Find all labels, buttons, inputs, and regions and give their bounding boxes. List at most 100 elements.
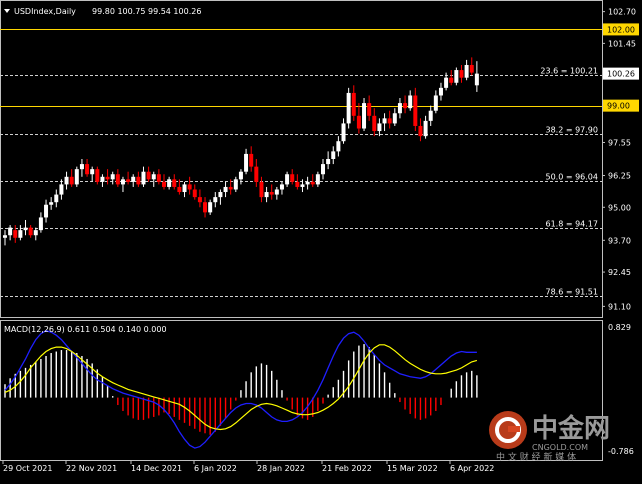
candle-body	[228, 186, 233, 190]
candle-body	[346, 92, 351, 124]
candle-body	[331, 151, 336, 159]
candle-body	[18, 230, 23, 238]
candle-body	[90, 169, 95, 175]
candle-body	[341, 123, 346, 142]
candle-body	[269, 192, 274, 195]
candle-body	[315, 174, 320, 185]
candle-body	[49, 202, 54, 205]
price-tick-label: 95.00	[608, 203, 631, 212]
candle-body	[362, 103, 367, 129]
dropdown-triangle-icon[interactable]	[4, 9, 10, 13]
watermark-logo: 中金网 CNGOLD.COM 中 文 财 经 新 媒 体	[486, 406, 636, 463]
macd-main-line	[4, 329, 477, 449]
candle-body	[244, 153, 249, 172]
candle-body	[336, 141, 341, 152]
candle-body	[203, 202, 208, 213]
level-price-label: 102.00	[607, 25, 635, 34]
candle-body	[438, 87, 443, 96]
candle-body	[428, 110, 433, 121]
price-axis: 102.70 101.45 97.55 96.25 95.00 93.70 92.45 91.…	[602, 8, 639, 311]
candle-body	[351, 92, 356, 116]
candle-body	[54, 194, 59, 203]
candle-body	[33, 230, 38, 236]
price-tick-label: 97.55	[608, 138, 631, 147]
candle-body	[126, 179, 131, 182]
candle-body	[377, 123, 382, 132]
candle-body	[305, 181, 310, 185]
watermark-name: 中金网	[532, 413, 610, 444]
candle-body	[474, 73, 479, 86]
candle-body	[300, 184, 305, 187]
candle-body	[387, 118, 392, 124]
candle-body	[182, 184, 187, 193]
candle-body	[120, 179, 125, 185]
candle-body	[13, 230, 18, 238]
ohlc-readout: 99.80 100.75 99.54 100.26	[92, 7, 201, 16]
date-tick-label: 15 Mar 2022	[387, 464, 438, 473]
candle-body	[295, 181, 300, 187]
fib-label: 23.6 = 100.21	[540, 67, 598, 76]
candle-body	[233, 179, 238, 190]
candle-body	[136, 176, 141, 185]
candle-body	[397, 103, 402, 114]
cngold-logo-icon: 中金网 CNGOLD.COM 中 文 财 经 新 媒 体	[489, 411, 610, 463]
macd-axis-top: 0.829	[608, 323, 631, 332]
candle-body	[259, 181, 264, 198]
price-pane	[0, 0, 603, 318]
candle-body	[151, 174, 156, 180]
candle-body	[177, 186, 182, 193]
watermark-tagline: 中 文 财 经 新 媒 体	[496, 451, 576, 462]
date-tick-label: 28 Jan 2022	[257, 464, 305, 473]
candle-body	[392, 113, 397, 124]
candle-body	[321, 164, 325, 175]
macd-histogram	[4, 344, 478, 435]
candle-body	[423, 120, 428, 137]
candle-body	[74, 169, 79, 185]
watermark-domain: CNGOLD.COM	[532, 443, 588, 452]
candle-body	[464, 64, 469, 78]
candle-body	[141, 171, 146, 185]
candle-body	[208, 202, 213, 213]
candle-body	[254, 166, 259, 182]
candle-body	[162, 181, 166, 187]
candle-body	[356, 115, 361, 129]
price-tick-label: 93.70	[608, 236, 631, 245]
candle-body	[69, 176, 74, 185]
candle-body	[38, 217, 43, 231]
price-tick-label: 102.70	[608, 8, 636, 17]
candle-body	[23, 227, 28, 231]
candle-body	[372, 115, 377, 132]
candle-body	[367, 103, 372, 116]
candle-body	[418, 125, 423, 137]
candle-body	[197, 197, 202, 203]
macd-label: MACD(12,26,9) 0.611 0.504 0.140 0.000	[4, 325, 167, 334]
date-tick-label: 22 Nov 2021	[66, 464, 117, 473]
fib-label: 78.6 = 91.51	[545, 288, 598, 297]
price-tick-label: 92.45	[608, 268, 631, 277]
candle-body	[156, 174, 161, 182]
candle-body	[469, 64, 474, 73]
candle-body	[279, 184, 284, 190]
candle-body	[218, 192, 223, 198]
candle-body	[264, 192, 269, 198]
date-tick-label: 14 Dec 2021	[131, 464, 182, 473]
candle-body	[290, 174, 295, 182]
candle-body	[167, 179, 172, 187]
candle-body	[110, 174, 115, 180]
candle-body	[382, 118, 387, 124]
candle-body	[100, 176, 105, 182]
candle-body	[3, 235, 7, 238]
price-tick-label: 101.45	[608, 39, 636, 48]
chart-window[interactable]: 23.6 = 100.21 38.2 = 97.90 50.0 = 96.04 61.…	[0, 0, 642, 480]
candle-body	[79, 164, 84, 170]
fib-label: 61.8 = 94.17	[545, 220, 598, 229]
candle-body	[459, 70, 464, 78]
candle-body	[326, 159, 331, 165]
candle-body	[408, 95, 413, 109]
candle-body	[238, 171, 243, 180]
candle-body	[44, 204, 49, 218]
macd-signal-line	[4, 344, 478, 431]
candle-body	[85, 164, 90, 175]
candle-body	[285, 174, 290, 185]
fib-label: 50.0 = 96.04	[545, 173, 598, 182]
